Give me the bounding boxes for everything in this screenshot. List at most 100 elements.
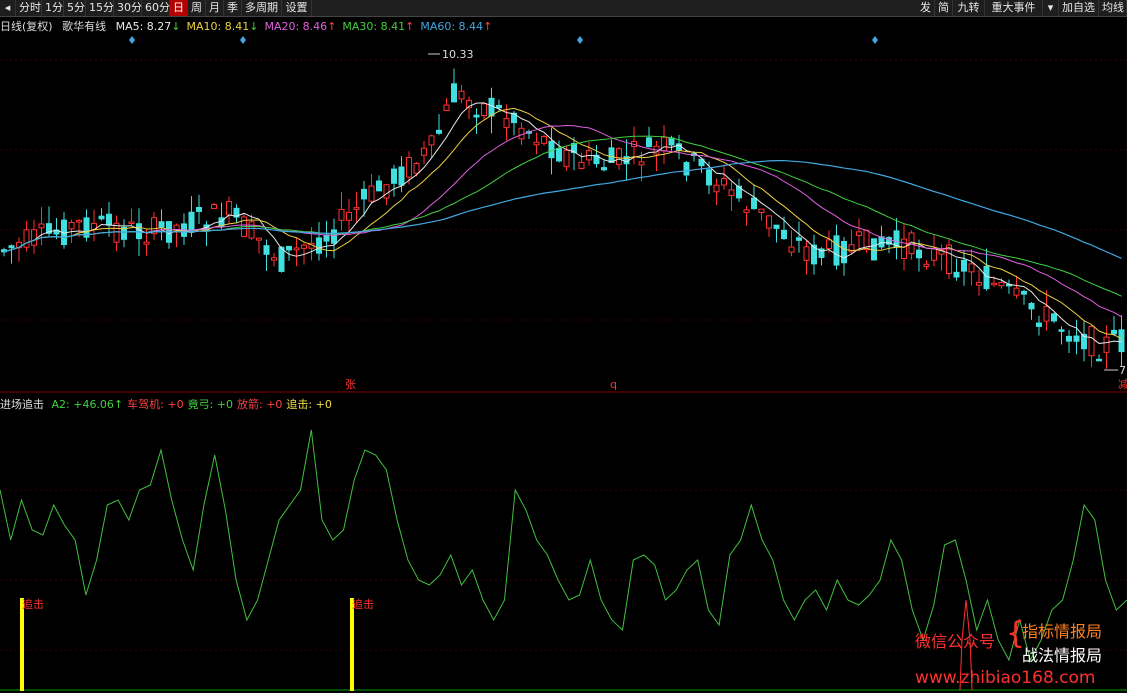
candle-body-63 bbox=[473, 114, 480, 118]
high-price-label: 10.33 bbox=[442, 48, 474, 61]
candle-body-75 bbox=[563, 149, 570, 168]
candle-body-132 bbox=[991, 282, 997, 286]
candle-body-54 bbox=[406, 156, 412, 178]
candle-body-30 bbox=[226, 201, 232, 216]
candle-body-5 bbox=[38, 223, 45, 229]
candle-body-26 bbox=[196, 207, 202, 212]
candle-body-71 bbox=[533, 141, 540, 146]
ma60-line bbox=[3, 159, 1122, 260]
candle-body-9 bbox=[68, 221, 75, 230]
candle-body-42 bbox=[316, 237, 322, 254]
candle-body-36 bbox=[271, 257, 277, 261]
candle-body-51 bbox=[383, 184, 390, 199]
candle-body-56 bbox=[421, 147, 427, 156]
marker-q: q bbox=[610, 378, 617, 391]
candle-body-43 bbox=[323, 234, 330, 242]
candle-body-135 bbox=[1013, 287, 1020, 296]
candle-body-60 bbox=[451, 83, 457, 103]
candle-body-14 bbox=[106, 213, 112, 226]
candle-body-127 bbox=[953, 271, 960, 278]
candle-body-23 bbox=[173, 224, 180, 230]
watermark-url: www.zhibiao168.com bbox=[915, 668, 1096, 688]
candle-body-18 bbox=[136, 223, 142, 240]
candle-body-139 bbox=[1043, 306, 1050, 322]
candle-body-86 bbox=[646, 137, 652, 148]
candle-body-10 bbox=[76, 220, 82, 223]
candle-body-88 bbox=[661, 136, 667, 152]
candle-body-58 bbox=[436, 129, 442, 134]
candle-body-53 bbox=[398, 166, 405, 186]
candle-body-146 bbox=[1096, 358, 1102, 362]
signal-bar-1 bbox=[350, 598, 354, 691]
candle-body-47 bbox=[353, 207, 360, 210]
signal-label-0: 追击 bbox=[22, 597, 44, 611]
candle-body-104 bbox=[781, 229, 787, 240]
candle-body-64 bbox=[481, 103, 487, 117]
candle-body-25 bbox=[188, 211, 195, 233]
marker-right: 减 bbox=[1118, 378, 1127, 391]
candle-body-137 bbox=[1028, 302, 1035, 310]
candle-body-111 bbox=[833, 235, 840, 266]
candle-body-140 bbox=[1051, 313, 1057, 322]
candle-body-105 bbox=[788, 246, 795, 253]
candle-body-129 bbox=[968, 263, 975, 273]
candle-body-46 bbox=[346, 211, 352, 221]
signal-label-1: 追击 bbox=[352, 597, 374, 611]
candle-body-17 bbox=[128, 221, 135, 225]
candle-body-106 bbox=[796, 237, 802, 241]
candle-body-44 bbox=[331, 229, 337, 244]
candle-body-133 bbox=[998, 282, 1005, 287]
marker-diamond-0 bbox=[129, 36, 135, 44]
candle-body-131 bbox=[983, 265, 990, 290]
candle-body-101 bbox=[758, 208, 765, 214]
candle-body-147 bbox=[1103, 336, 1110, 353]
candle-body-52 bbox=[391, 168, 397, 184]
watermark-name2: 战法情报局 bbox=[1022, 646, 1103, 665]
watermark-wechat: 微信公众号 bbox=[915, 632, 996, 651]
candle-body-130 bbox=[976, 281, 982, 286]
marker-diamond-3 bbox=[872, 36, 878, 44]
candle-body-21 bbox=[158, 221, 165, 228]
candle-body-122 bbox=[916, 249, 922, 259]
candle-body-123 bbox=[923, 263, 930, 268]
candle-body-95 bbox=[713, 184, 720, 193]
candle-body-91 bbox=[683, 162, 690, 176]
candle-body-67 bbox=[503, 118, 510, 129]
low-price-label: 7 bbox=[1119, 364, 1126, 377]
candle-body-102 bbox=[766, 215, 772, 229]
candle-body-128 bbox=[961, 259, 967, 272]
candle-body-55 bbox=[413, 162, 420, 174]
marker-diamond-2 bbox=[577, 36, 583, 44]
candle-body-117 bbox=[878, 236, 885, 248]
candle-body-61 bbox=[458, 90, 465, 100]
candle-body-145 bbox=[1088, 325, 1095, 357]
candle-body-103 bbox=[773, 224, 780, 229]
candle-body-73 bbox=[548, 140, 555, 159]
candle-body-142 bbox=[1066, 335, 1072, 342]
candle-body-94 bbox=[706, 169, 712, 186]
candle-body-143 bbox=[1073, 335, 1080, 342]
candle-body-85 bbox=[638, 161, 645, 166]
candle-body-148 bbox=[1111, 329, 1117, 335]
candle-body-112 bbox=[841, 241, 847, 264]
candle-body-50 bbox=[376, 180, 382, 192]
candle-body-110 bbox=[826, 239, 832, 250]
candle-body-72 bbox=[541, 136, 547, 144]
candle-body-39 bbox=[293, 247, 300, 251]
candle-body-80 bbox=[601, 167, 607, 171]
marker-zhang: 张 bbox=[345, 378, 356, 391]
kline-chart[interactable]: 10.33 7 张 q 减追击 追击 bbox=[0, 0, 1127, 693]
candle-body-59 bbox=[443, 104, 450, 111]
candle-body-1 bbox=[8, 245, 15, 249]
candle-body-114 bbox=[856, 231, 862, 236]
candle-body-81 bbox=[608, 147, 615, 163]
candle-body-66 bbox=[496, 104, 502, 109]
candle-body-100 bbox=[751, 197, 757, 210]
candle-body-77 bbox=[578, 161, 585, 169]
candle-body-34 bbox=[256, 237, 262, 241]
candle-body-138 bbox=[1036, 322, 1042, 327]
candle-body-57 bbox=[428, 135, 435, 146]
candle-body-141 bbox=[1058, 329, 1065, 332]
candle-body-49 bbox=[368, 185, 375, 202]
candle-body-96 bbox=[721, 178, 727, 186]
